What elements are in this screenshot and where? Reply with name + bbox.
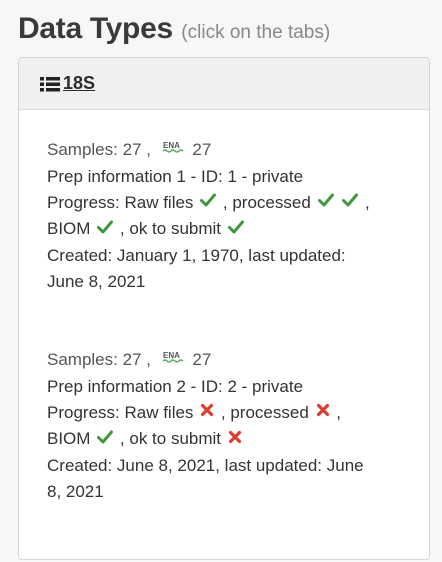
created-line: Created: June 8, 2021, last updated: Jun… xyxy=(47,455,364,475)
biom-line: BIOM , ok to submit xyxy=(47,216,407,243)
ena-count: 27 xyxy=(192,350,212,369)
ena-icon-label: ENA xyxy=(163,351,180,360)
data-types-panel: 18S Samples: 27 , ENA 27 Prep informatio… xyxy=(18,57,430,560)
prep-entry-2: Samples: 27 , ENA 27 Prep information 2 … xyxy=(47,347,407,505)
trailing-comma: , xyxy=(336,402,341,422)
check-icon xyxy=(317,189,334,215)
page-heading: Data Types (click on the tabs) xyxy=(18,12,330,46)
check-icon xyxy=(200,189,217,215)
samples-label: Samples: 27 , xyxy=(47,140,151,159)
updated-line: 8, 2021 xyxy=(47,481,104,501)
samples-line: Samples: 27 , ENA 27 xyxy=(47,347,407,374)
biom-line: BIOM , ok to submit xyxy=(47,426,407,453)
tab-18s[interactable]: 18S xyxy=(39,73,95,94)
tab-label: 18S xyxy=(63,73,96,93)
ena-icon-label: ENA xyxy=(163,141,180,150)
list-icon xyxy=(40,76,60,91)
cross-icon xyxy=(200,399,214,425)
processed-label: , processed xyxy=(220,402,309,422)
progress-line: Progress: Raw files , processed , xyxy=(47,400,407,427)
prep-info: Prep information 1 - ID: 1 - private xyxy=(47,166,304,186)
check-icon xyxy=(227,216,244,242)
raw-files-label: Progress: Raw files xyxy=(47,192,194,212)
page-subtitle: (click on the tabs) xyxy=(181,22,331,43)
prep-info: Prep information 2 - ID: 2 - private xyxy=(47,376,304,396)
page-title: Data Types xyxy=(18,12,173,45)
updated-line: June 8, 2021 xyxy=(47,271,146,291)
submit-label: , ok to submit xyxy=(119,219,222,239)
ena-icon[interactable]: ENA xyxy=(162,346,186,372)
created-line: Created: January 1, 1970, last updated: xyxy=(47,245,346,265)
processed-label: , processed xyxy=(222,192,311,212)
check-icon xyxy=(342,189,359,215)
prep-entry-1: Samples: 27 , ENA 27 Prep information 1 … xyxy=(47,137,407,295)
check-icon xyxy=(97,216,114,242)
submit-label: , ok to submit xyxy=(119,429,222,449)
ena-count: 27 xyxy=(192,140,212,159)
trailing-comma: , xyxy=(365,192,370,212)
progress-line: Progress: Raw files , processed , xyxy=(47,190,407,217)
cross-icon xyxy=(316,399,330,425)
biom-label: BIOM xyxy=(47,219,91,239)
samples-label: Samples: 27 , xyxy=(47,350,151,369)
check-icon xyxy=(97,426,114,452)
biom-label: BIOM xyxy=(47,429,91,449)
raw-files-label: Progress: Raw files xyxy=(47,402,194,422)
ena-icon[interactable]: ENA xyxy=(162,136,186,162)
cross-icon xyxy=(228,426,242,452)
panel-header: 18S xyxy=(19,58,429,110)
samples-line: Samples: 27 , ENA 27 xyxy=(47,137,407,164)
